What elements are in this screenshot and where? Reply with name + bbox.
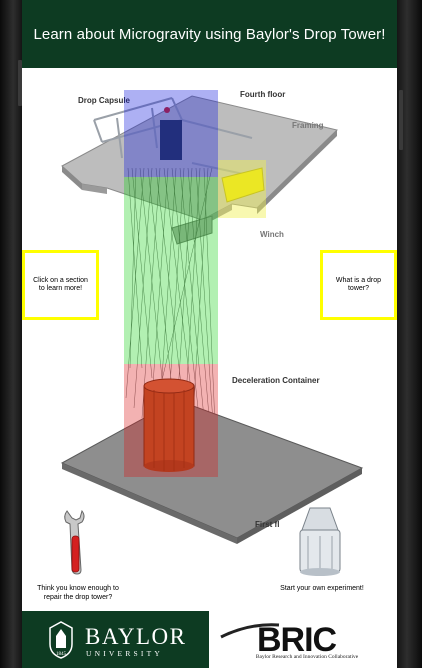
phone-bezel-left [0, 0, 22, 668]
label-framing: Framing [292, 121, 324, 130]
baylor-seal-icon: 1845 [49, 621, 73, 659]
baylor-year: 1845 [56, 652, 67, 657]
label-first-floor: First fl [255, 520, 279, 529]
bric-logo-link[interactable]: BRIC Baylor Research and Innovation Coll… [209, 611, 397, 668]
bric-logo-icon: BRIC [220, 621, 338, 657]
phone-bezel-right [397, 0, 422, 668]
section-deceleration-container[interactable] [124, 364, 218, 477]
drop-tower-diagram: Drop Capsule Fourth floor Framing Winch … [22, 68, 397, 611]
baylor-name: BAYLOR [85, 624, 187, 649]
baylor-logo-link[interactable]: 1845 BAYLOR UNIVERSITY [22, 611, 209, 668]
section-drop-capsule[interactable] [124, 90, 218, 177]
help-box[interactable]: Click on a section to learn more! [22, 250, 99, 320]
bric-wordmark: BRIC [257, 621, 337, 657]
label-drop-capsule: Drop Capsule [78, 96, 131, 105]
repair-caption[interactable]: Think you know enough to repair the drop… [30, 585, 126, 603]
experiment-caption[interactable]: Start your own experiment! [272, 585, 372, 594]
footer: 1845 BAYLOR UNIVERSITY BRIC Baylor Resea… [22, 611, 397, 668]
label-deceleration-container: Deceleration Container [232, 376, 320, 385]
bric-subtitle: Baylor Research and Innovation Collabora… [255, 654, 359, 660]
section-tower[interactable] [124, 177, 218, 364]
app-header: Learn about Microgravity using Baylor's … [22, 0, 397, 68]
app-screen: Learn about Microgravity using Baylor's … [22, 0, 397, 668]
capsule-icon[interactable] [294, 506, 346, 578]
side-button [399, 90, 403, 150]
page-title: Learn about Microgravity using Baylor's … [33, 25, 386, 43]
section-winch[interactable] [218, 160, 266, 218]
label-fourth-floor: Fourth floor [240, 90, 285, 99]
label-winch: Winch [260, 230, 284, 239]
what-is-drop-tower-button[interactable]: What is a drop tower? [320, 250, 397, 320]
baylor-subtitle: UNIVERSITY [86, 649, 163, 658]
wrench-icon[interactable] [60, 508, 90, 576]
